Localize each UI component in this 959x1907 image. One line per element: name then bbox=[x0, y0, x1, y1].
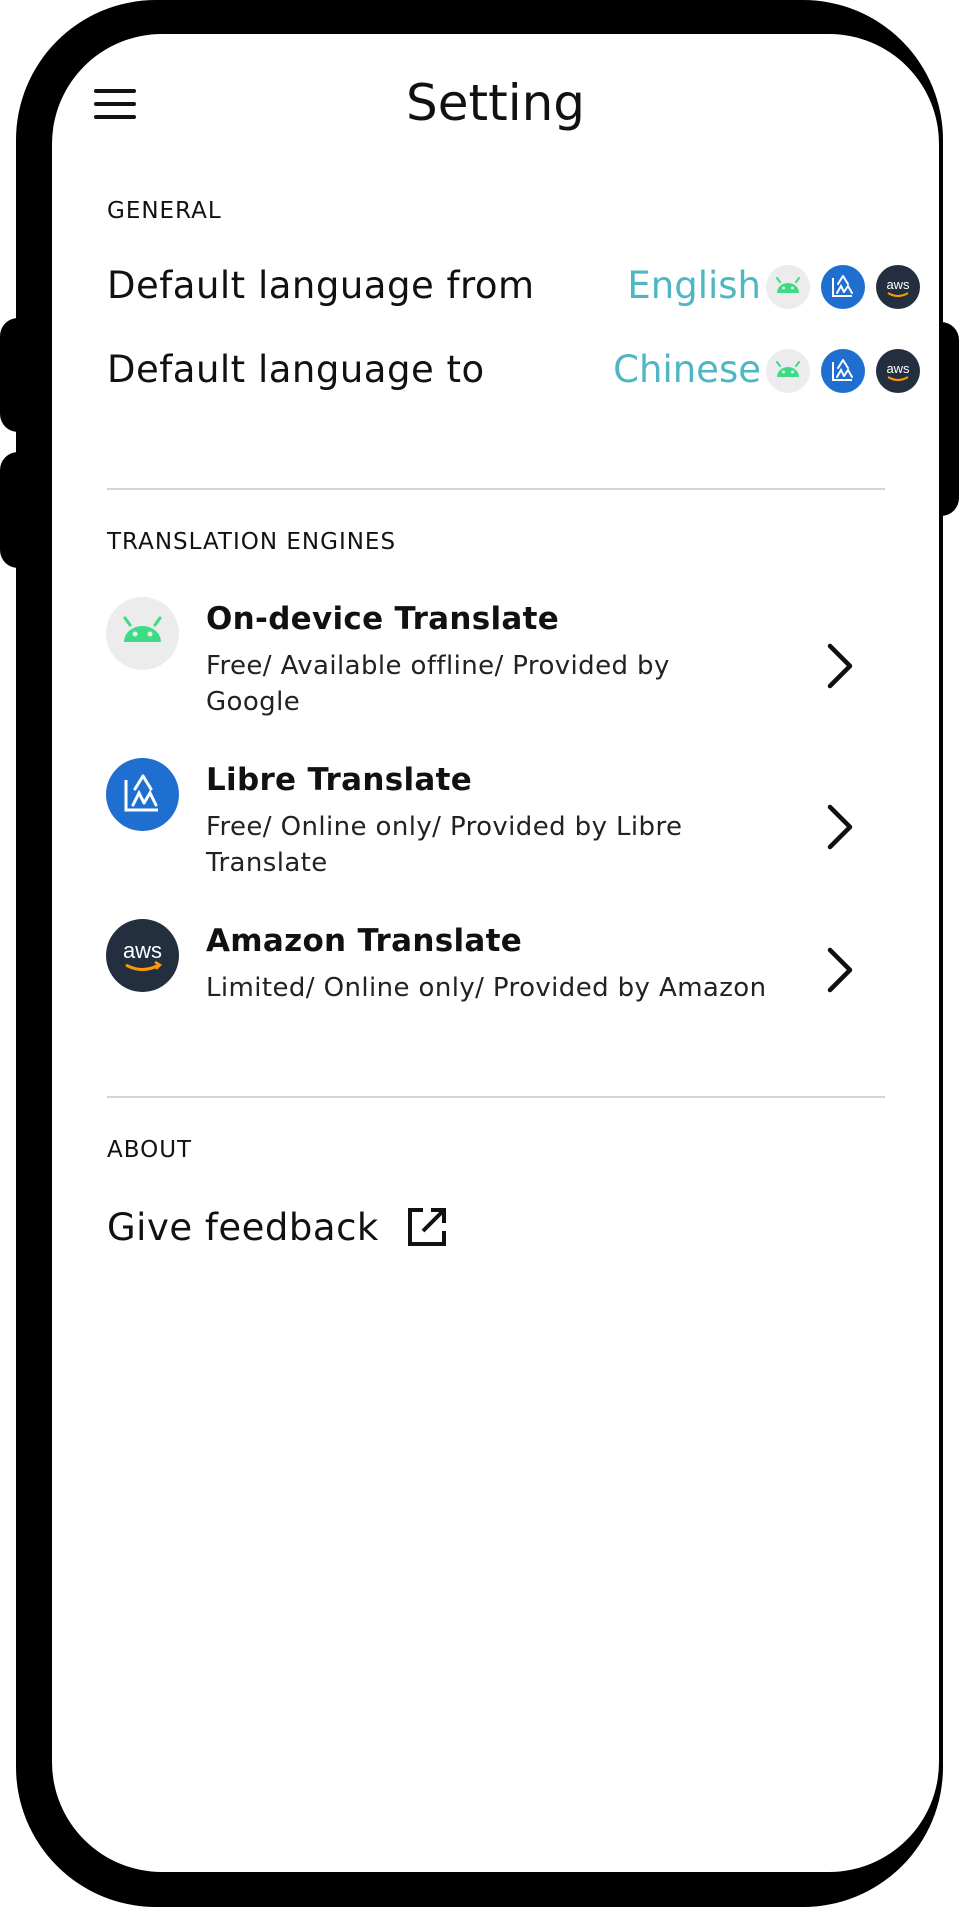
engine-description: Free/ Online only/ Provided by Libre Tra… bbox=[206, 812, 683, 878]
svg-text:aws: aws bbox=[886, 277, 910, 292]
svg-text:aws: aws bbox=[886, 361, 910, 376]
svg-text:aws: aws bbox=[123, 938, 162, 963]
android-icon bbox=[766, 265, 810, 309]
default-language-from-label: Default language from bbox=[107, 264, 535, 307]
give-feedback-link[interactable]: Give feedback bbox=[107, 1202, 449, 1252]
android-icon bbox=[766, 349, 810, 393]
page-title: Setting bbox=[405, 74, 586, 132]
chevron-right-icon[interactable] bbox=[820, 638, 860, 694]
libre-translate-icon bbox=[821, 349, 865, 393]
section-heading-about: ABOUT bbox=[107, 1137, 193, 1163]
default-language-from-value[interactable]: English bbox=[627, 264, 761, 307]
engine-title: On-device Translate bbox=[206, 601, 560, 637]
engine-description: Limited/ Online only/ Provided by Amazon bbox=[206, 973, 767, 1003]
chevron-right-icon[interactable] bbox=[820, 799, 860, 855]
default-language-to-label: Default language to bbox=[107, 348, 485, 391]
section-heading-translation-engines: TRANSLATION ENGINES bbox=[107, 529, 397, 555]
libre-translate-icon bbox=[106, 758, 179, 831]
default-language-to-value[interactable]: Chinese bbox=[613, 348, 761, 391]
engine-description: Free/ Available offline/ Provided by Goo… bbox=[206, 651, 670, 717]
phone-frame: Setting GENERAL Default language from En… bbox=[16, 0, 943, 1907]
android-icon bbox=[106, 597, 179, 670]
give-feedback-label: Give feedback bbox=[107, 1205, 379, 1249]
aws-icon: aws bbox=[106, 919, 179, 992]
open-external-icon bbox=[407, 1208, 446, 1246]
aws-icon: aws bbox=[876, 265, 920, 309]
aws-icon: aws bbox=[876, 349, 920, 393]
app-screen: Setting GENERAL Default language from En… bbox=[52, 34, 939, 1872]
section-heading-general: GENERAL bbox=[107, 198, 222, 224]
divider bbox=[107, 1096, 885, 1098]
libre-translate-icon bbox=[821, 265, 865, 309]
engine-title: Amazon Translate bbox=[206, 923, 523, 959]
divider bbox=[107, 488, 885, 490]
engine-title: Libre Translate bbox=[206, 762, 473, 798]
chevron-right-icon[interactable] bbox=[820, 942, 860, 998]
